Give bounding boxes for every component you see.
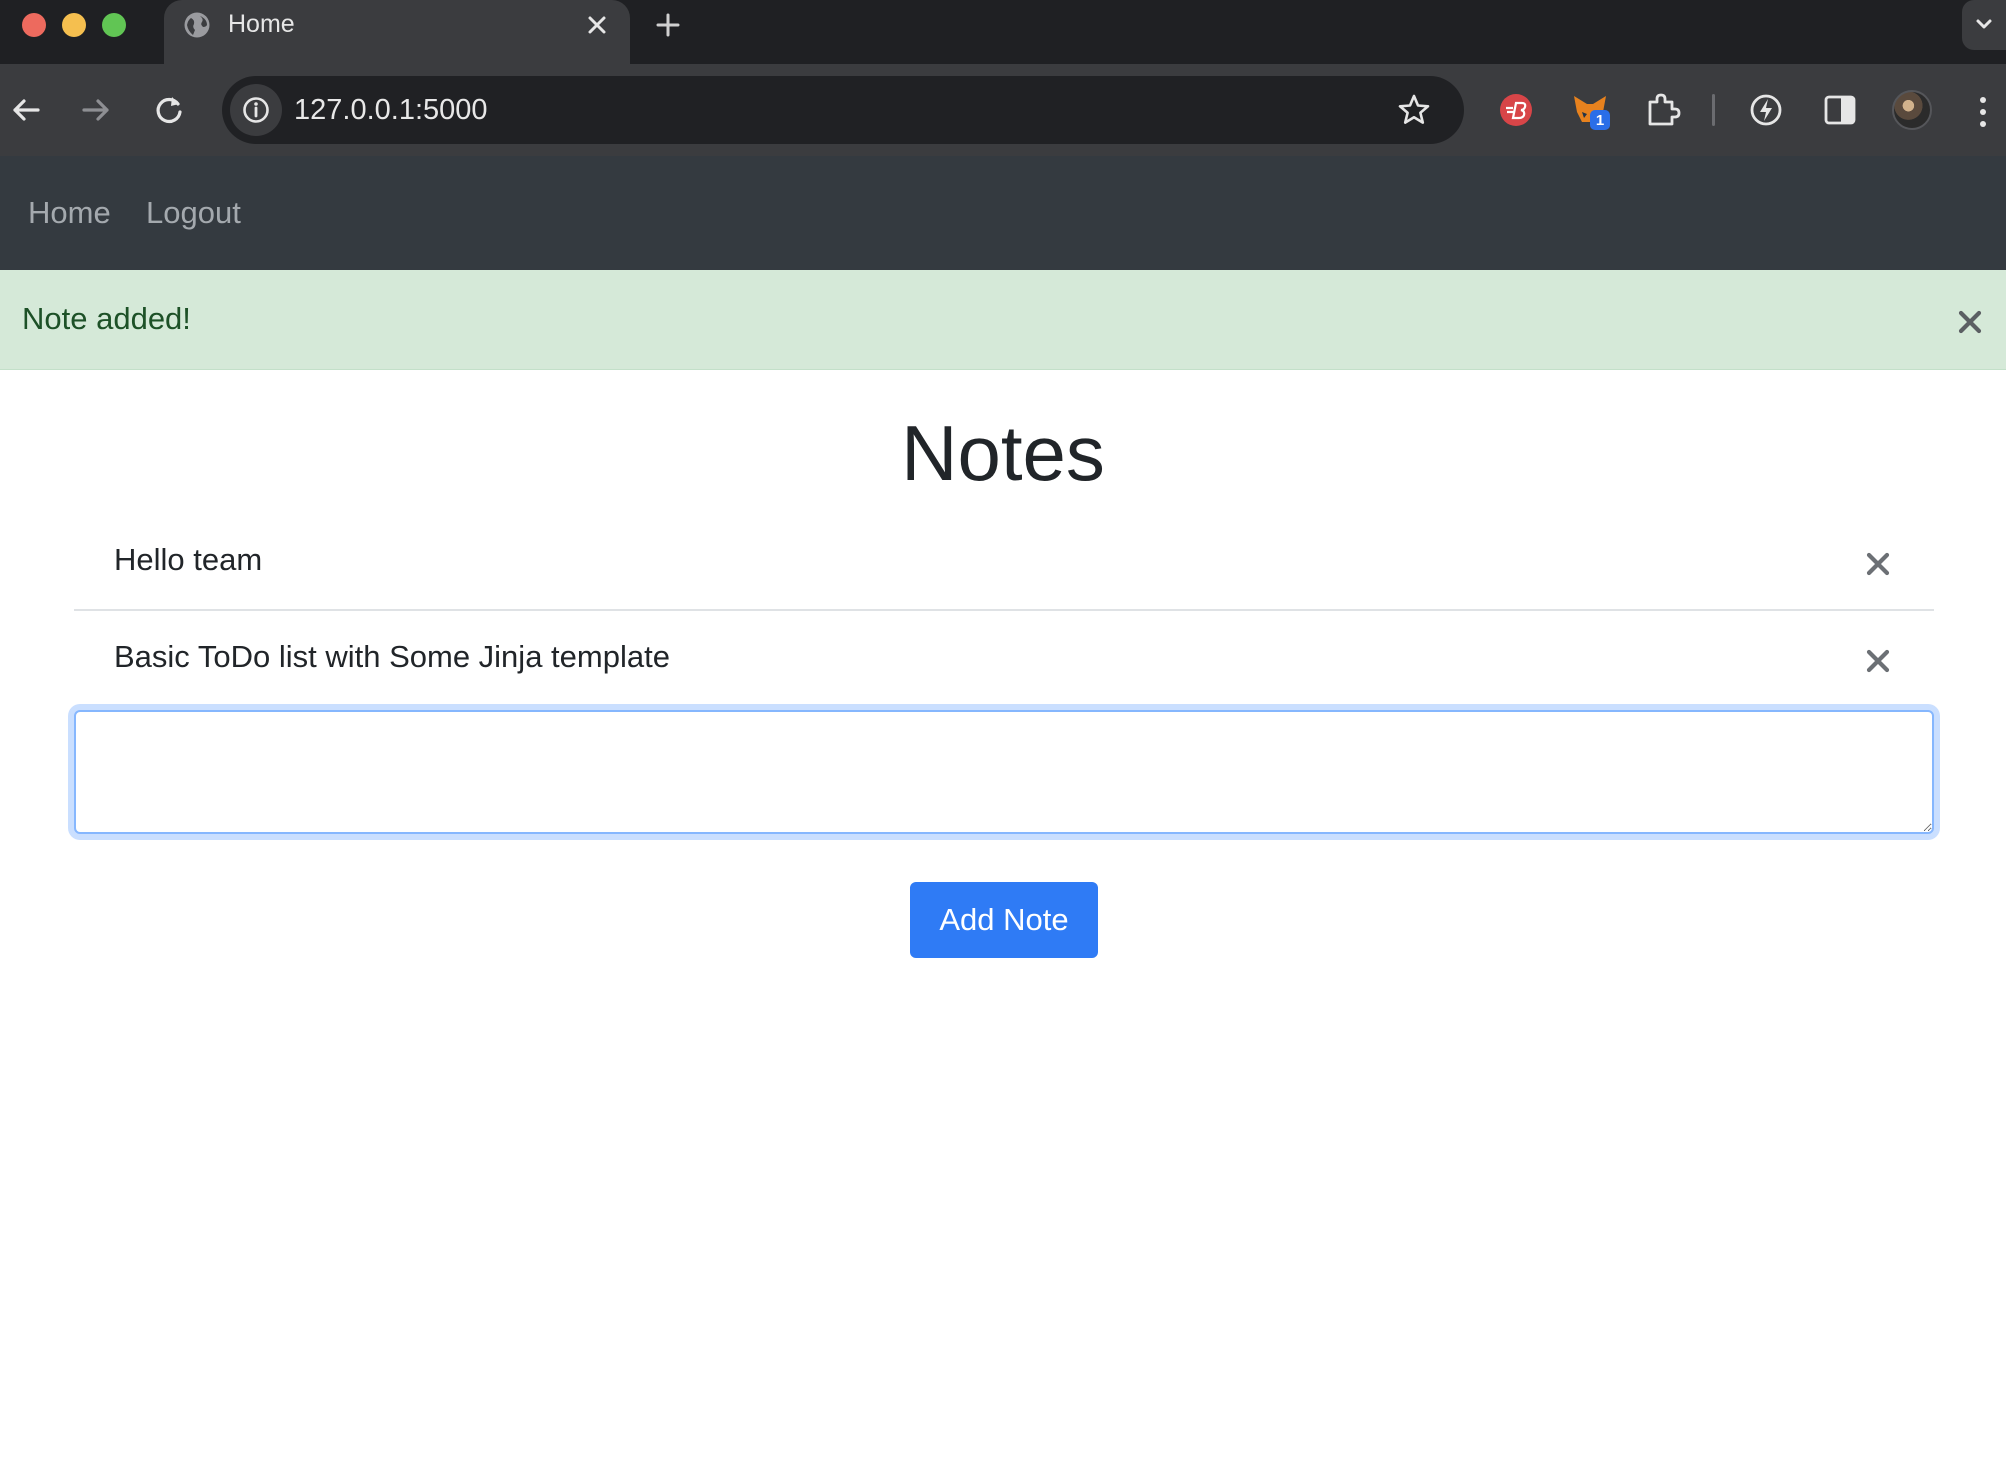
bookmark-star-icon[interactable] (1396, 92, 1432, 128)
tab-title: Home (228, 10, 295, 38)
alert-close-icon[interactable] (1954, 306, 1986, 338)
profile-avatar[interactable] (1892, 90, 1932, 130)
list-item: Basic ToDo list with Some Jinja template (74, 611, 1934, 708)
nav-link-home[interactable]: Home (28, 196, 111, 230)
alert-message: Note added! (22, 301, 191, 336)
tab-close-icon[interactable] (582, 10, 612, 40)
browser-toolbar: 127.0.0.1:5000 1 (0, 64, 2006, 156)
tab-search-button[interactable] (1962, 0, 2006, 50)
add-note-button[interactable]: Add Note (910, 882, 1098, 958)
info-icon (243, 97, 269, 123)
reload-icon[interactable] (147, 88, 191, 132)
site-navbar: Home Logout (0, 156, 2006, 270)
url-text: 127.0.0.1:5000 (294, 94, 488, 126)
globe-icon (184, 12, 210, 38)
note-text: Hello team (114, 542, 263, 577)
chevron-down-icon (1976, 19, 1992, 29)
page-title: Notes (901, 409, 1105, 497)
extension-badge-count: 1 (1596, 112, 1604, 129)
delete-note-icon[interactable] (1862, 548, 1894, 580)
browser-menu-icon[interactable] (1968, 92, 1998, 132)
notes-list: Hello team Basic ToDo list with Some Jin… (74, 514, 1934, 708)
toolbar-divider (1712, 94, 1715, 126)
site-info-button[interactable] (230, 84, 282, 136)
note-text: Basic ToDo list with Some Jinja template (114, 639, 670, 674)
nav-link-logout[interactable]: Logout (146, 196, 241, 230)
forward-arrow-icon[interactable] (74, 88, 118, 132)
side-panel-icon[interactable] (1820, 90, 1860, 130)
flash-alert: Note added! (0, 270, 2006, 370)
delete-note-icon[interactable] (1862, 645, 1894, 677)
address-bar[interactable]: 127.0.0.1:5000 (222, 76, 1464, 144)
metamask-fox-icon[interactable]: 1 (1570, 90, 1610, 130)
back-arrow-icon[interactable] (4, 88, 48, 132)
extension-red-badge-icon[interactable] (1496, 90, 1536, 130)
browser-tab-home[interactable]: Home (164, 0, 630, 64)
window-minimize-button[interactable] (62, 13, 86, 37)
window-zoom-button[interactable] (102, 13, 126, 37)
browser-tabstrip: Home (0, 0, 2006, 64)
new-tab-icon[interactable] (652, 9, 684, 41)
performance-icon[interactable] (1746, 90, 1786, 130)
window-close-button[interactable] (22, 13, 46, 37)
note-textarea[interactable] (74, 710, 1934, 834)
list-item: Hello team (74, 514, 1934, 611)
extensions-puzzle-icon[interactable] (1642, 90, 1682, 130)
